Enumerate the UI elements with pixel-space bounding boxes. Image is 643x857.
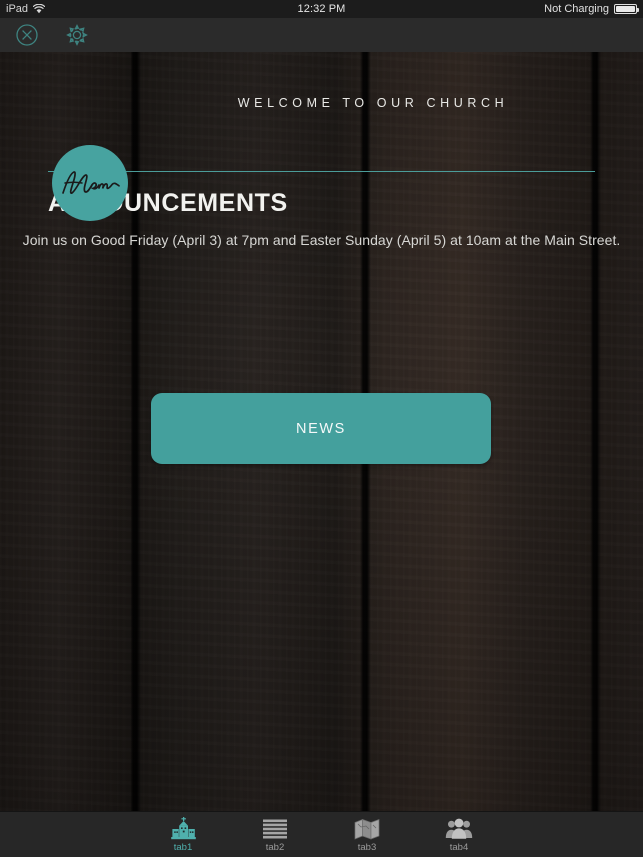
bottom-tab-bar: tab1 tab2 tab3 tab4 <box>0 811 643 857</box>
tab-item-tab1[interactable]: tab1 <box>137 812 229 857</box>
folded-map-icon <box>354 816 380 840</box>
app-root: iPad 12:32 PM Not Charging WELCOME TO OU… <box>0 0 643 857</box>
tab-item-tab3[interactable]: tab3 <box>321 812 413 857</box>
gear-icon[interactable] <box>62 20 92 50</box>
people-group-icon <box>445 816 473 840</box>
ios-status-bar: iPad 12:32 PM Not Charging <box>0 0 643 18</box>
top-nav-bar <box>0 18 643 52</box>
tab-label: tab1 <box>173 842 193 853</box>
announcement-text: Join us on Good Friday (April 3) at 7pm … <box>22 232 621 248</box>
main-content: WELCOME TO OUR CHURCH ANNOUNCEMENTS Join… <box>0 52 643 811</box>
header-divider <box>48 171 595 172</box>
status-bar-right: Not Charging <box>544 0 639 18</box>
welcome-heading: WELCOME TO OUR CHURCH <box>237 96 509 110</box>
tab-label: tab3 <box>357 842 377 853</box>
tab-label: tab4 <box>449 842 469 853</box>
tab-label: tab2 <box>265 842 285 853</box>
tab-item-tab2[interactable]: tab2 <box>229 812 321 857</box>
tab-item-tab4[interactable]: tab4 <box>413 812 505 857</box>
church-building-icon <box>170 816 197 840</box>
battery-status-label: Not Charging <box>544 3 609 15</box>
list-lines-icon <box>262 816 288 840</box>
close-circle-icon[interactable] <box>12 20 42 50</box>
news-button[interactable]: NEWS <box>151 393 491 464</box>
church-logo-mark <box>52 145 128 221</box>
battery-full-icon <box>614 4 639 14</box>
